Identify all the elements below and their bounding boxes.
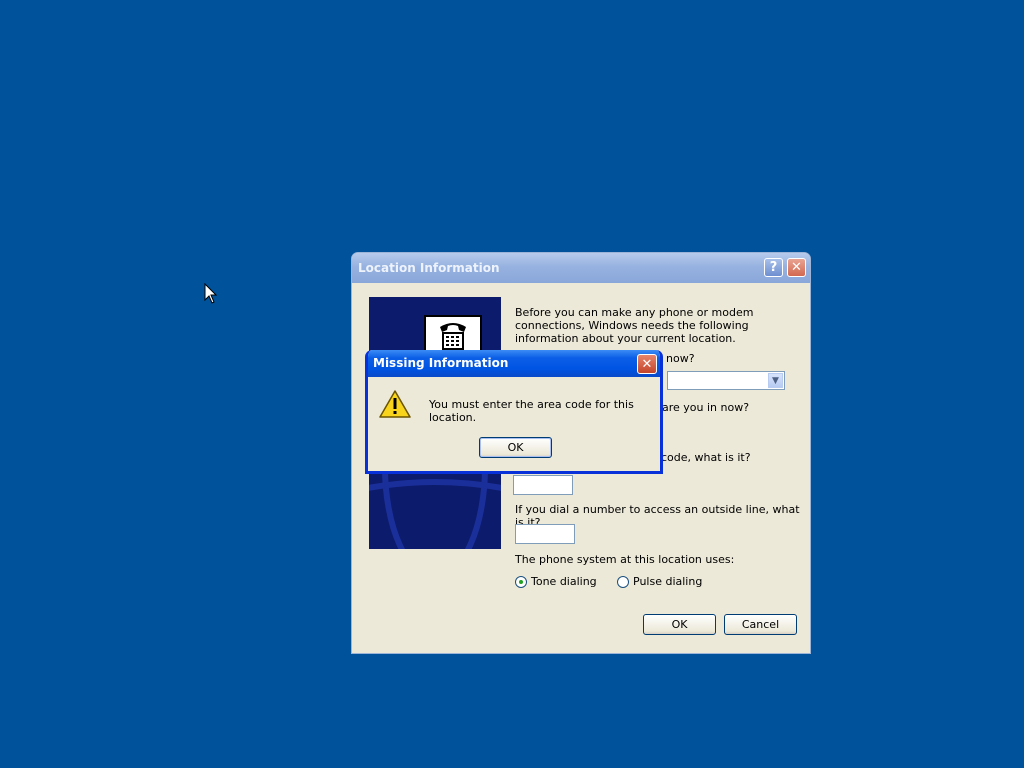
carrier-code-input[interactable] bbox=[513, 475, 573, 495]
message-title-bar[interactable]: Missing Information ✕ bbox=[368, 350, 660, 377]
warning-icon bbox=[379, 390, 411, 418]
pulse-dialing-label: Pulse dialing bbox=[633, 575, 703, 588]
message-text: You must enter the area code for this lo… bbox=[429, 398, 634, 424]
tone-dialing-option[interactable]: Tone dialing bbox=[515, 575, 597, 588]
tone-dialing-radio[interactable] bbox=[515, 575, 527, 588]
chevron-down-icon[interactable]: ▼ bbox=[768, 373, 783, 388]
message-close-button[interactable]: ✕ bbox=[637, 354, 657, 374]
carrier-code-question-label: code, what is it? bbox=[661, 451, 751, 464]
title-bar[interactable]: Location Information ? ✕ bbox=[352, 253, 810, 283]
tone-dialing-label: Tone dialing bbox=[531, 575, 597, 588]
close-button[interactable]: ✕ bbox=[787, 258, 806, 277]
intro-text: Before you can make any phone or modem c… bbox=[515, 306, 754, 345]
ok-button[interactable]: OK bbox=[643, 614, 716, 635]
country-combobox[interactable]: ▼ bbox=[667, 371, 785, 390]
cancel-button[interactable]: Cancel bbox=[724, 614, 797, 635]
outside-line-input[interactable] bbox=[515, 524, 575, 544]
pulse-dialing-radio[interactable] bbox=[617, 575, 629, 588]
help-button[interactable]: ? bbox=[764, 258, 783, 277]
country-question-label: now? bbox=[666, 352, 695, 365]
phone-system-label: The phone system at this location uses: bbox=[515, 553, 735, 566]
message-ok-button[interactable]: OK bbox=[479, 437, 552, 458]
missing-information-dialog: Missing Information ✕ You must enter the… bbox=[365, 350, 663, 474]
area-code-question-label: are you in now? bbox=[662, 401, 750, 414]
message-title: Missing Information bbox=[373, 356, 509, 370]
pulse-dialing-option[interactable]: Pulse dialing bbox=[617, 575, 702, 588]
mouse-cursor-icon bbox=[204, 283, 218, 304]
dialog-title: Location Information bbox=[358, 261, 500, 275]
desktop[interactable]: { "desktop": { "background": "#00529b" }… bbox=[0, 0, 1024, 768]
